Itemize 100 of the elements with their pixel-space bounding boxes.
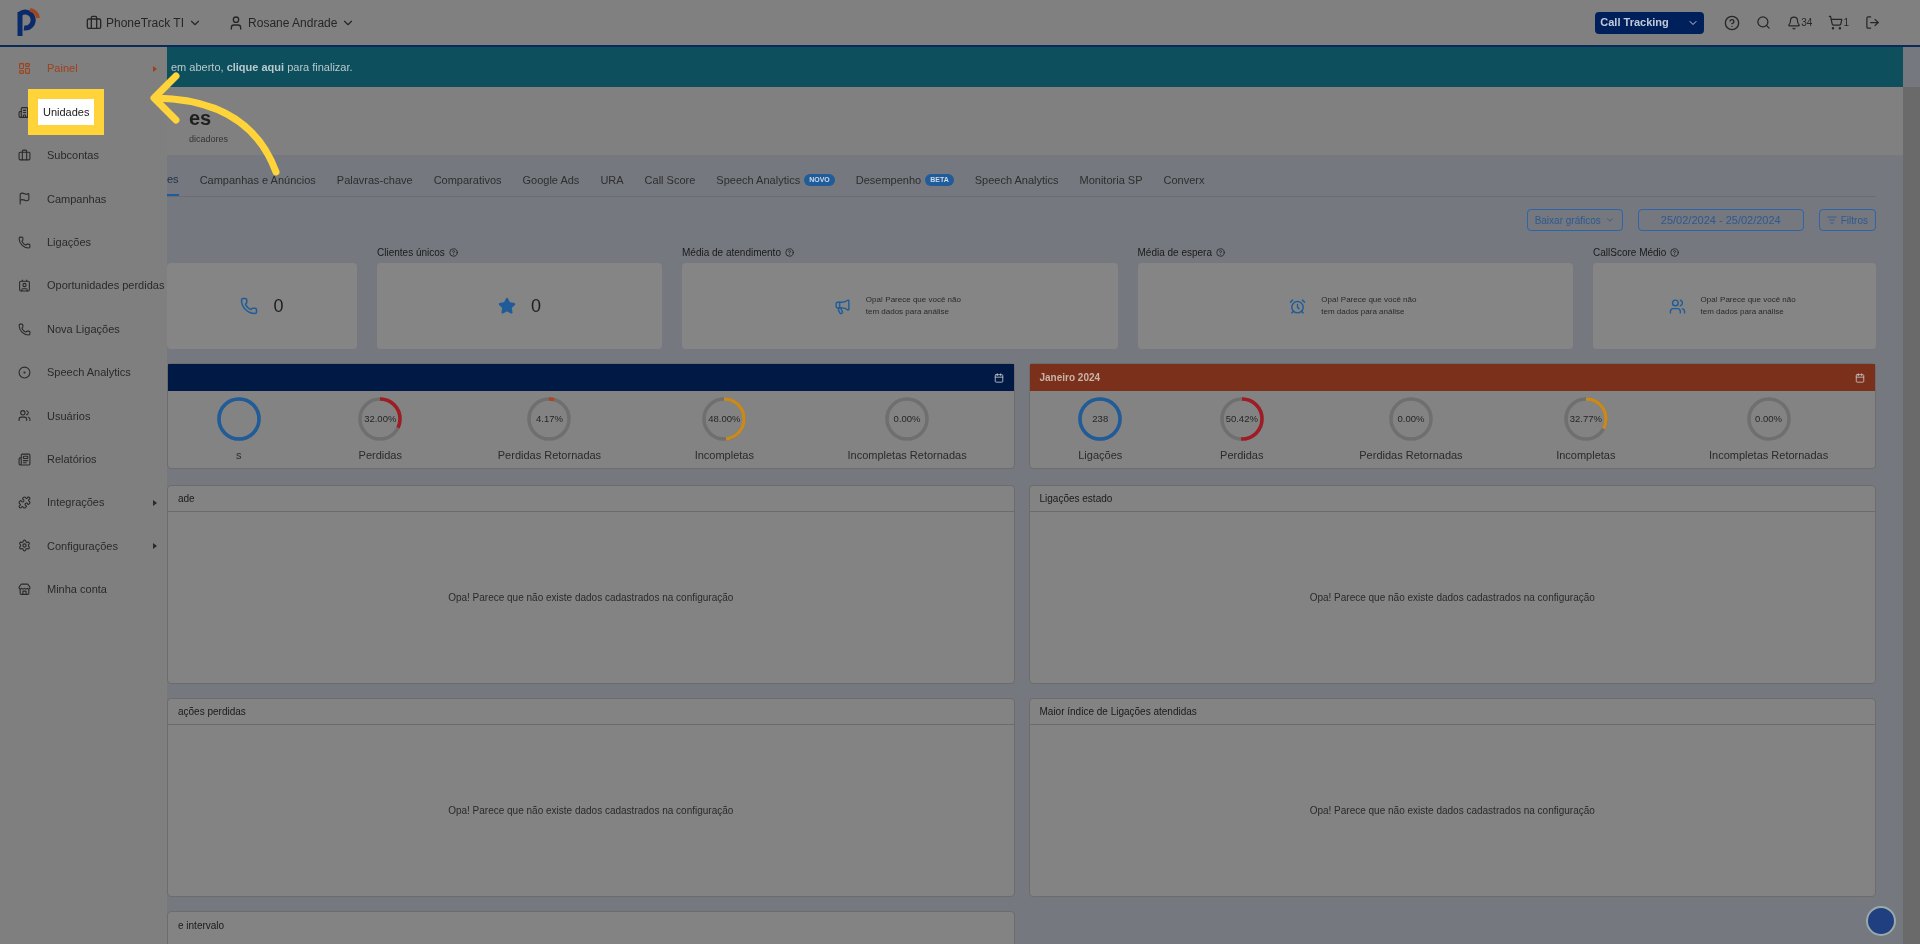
donut-label: Incompletas	[1556, 448, 1616, 464]
empty-message: Opa! Parece que você não tem dados para análise	[1700, 294, 1797, 318]
page-title: es	[189, 106, 213, 132]
sidebar-item[interactable]: Configurações	[0, 524, 167, 568]
notifications-button[interactable]: 34	[1787, 15, 1813, 30]
cart-icon	[1828, 15, 1844, 30]
phone-icon	[18, 235, 31, 249]
calendar-icon[interactable]	[993, 372, 1004, 383]
tab[interactable]: Call Score	[644, 164, 696, 196]
logo-icon	[16, 7, 40, 38]
bell-icon	[1787, 15, 1802, 30]
panel-title: Maior índice de Ligações atendidas	[1039, 705, 1197, 719]
account-dropdown[interactable]: PhoneTrack TI	[86, 13, 203, 32]
sidebar-label: Usuários	[47, 408, 91, 424]
stat-title: Clientes únicos	[377, 245, 445, 260]
puzzle-icon	[18, 496, 31, 510]
panel-title: e intervalo	[178, 919, 225, 933]
donut-value: 0.00%	[892, 413, 922, 426]
calendar-icon[interactable]	[1855, 372, 1865, 383]
tab[interactable]: es	[167, 164, 179, 196]
contact-card-icon	[18, 279, 31, 293]
sidebar-item[interactable]: Usuários	[0, 394, 167, 438]
scrollbar[interactable]	[1903, 87, 1920, 944]
sidebar-label: Minha conta	[47, 582, 107, 598]
donut-value: 50.42%	[1224, 413, 1259, 426]
sidebar-label: Painel	[47, 61, 78, 77]
briefcase-icon	[18, 148, 31, 162]
phone-icon	[240, 297, 259, 315]
logout-icon[interactable]	[1865, 15, 1880, 30]
help-icon[interactable]	[1724, 14, 1741, 31]
tab[interactable]: Google Ads	[522, 164, 580, 196]
tab[interactable]: Monitoria SP	[1079, 164, 1143, 196]
caret-right-icon	[153, 543, 157, 550]
help-icon	[448, 247, 458, 257]
sidebar-label: Relatórios	[47, 451, 97, 467]
donut-value: 0.00%	[1754, 413, 1784, 426]
stat-value: 0	[273, 294, 284, 318]
panel-title: Ligações estado	[1039, 492, 1113, 506]
page-subtitle: dicadores	[189, 133, 230, 147]
filter-icon	[1826, 215, 1837, 225]
highlighted-label: Unidades	[38, 98, 95, 126]
donut-label: Perdidas	[1220, 448, 1264, 464]
sidebar-item[interactable]: Relatórios	[0, 437, 167, 481]
empty-message: Opa! Parece que não existe dados cadastrados na configuração	[1309, 804, 1595, 818]
period-title: Janeiro 2024	[1039, 371, 1101, 385]
help-icon	[1670, 247, 1680, 257]
sidebar-item[interactable]: Nova Ligações	[0, 307, 167, 351]
donut-label: Perdidas	[358, 448, 402, 464]
donut-chart	[1217, 395, 1266, 444]
tab[interactable]: Speech Analytics	[974, 164, 1059, 196]
sidebar-item[interactable]: Minha conta	[0, 567, 167, 612]
stat-title: Média de atendimento	[682, 245, 781, 260]
donut-label: s	[236, 448, 242, 464]
caret-right-icon	[153, 499, 157, 506]
sidebar-item[interactable]: Oportunidades perdidas	[0, 263, 167, 308]
sidebar-item[interactable]: Ligações	[0, 220, 167, 264]
flag-icon	[18, 192, 31, 206]
donut-label: Incompletas Retornadas	[847, 448, 967, 464]
empty-message: Opa! Parece que não existe dados cadastrados na configuração	[1309, 591, 1595, 605]
sidebar-item[interactable]: Subcontas	[0, 133, 167, 178]
sidebar-item[interactable]: Campanhas	[0, 177, 167, 221]
sidebar-label: Oportunidades perdidas	[47, 278, 165, 294]
users-icon	[1668, 297, 1686, 315]
donut-label: Ligações	[1078, 448, 1123, 464]
donut-label: Perdidas Retornadas	[497, 448, 602, 464]
stat-title: Média de espera	[1137, 245, 1212, 260]
empty-message: Opa! Parece que não existe dados cadastrados na configuração	[448, 591, 734, 605]
empty-message: Opa! Parece que não existe dados cadastrados na configuração	[448, 804, 734, 818]
donut-chart	[525, 395, 574, 444]
tab[interactable]: Campanhas e Anúncios	[199, 164, 316, 196]
stat-title: CallScore Médio	[1593, 245, 1667, 260]
panel-title: ações perdidas	[178, 705, 246, 719]
donut-value: 238	[1091, 413, 1110, 426]
donut-value: 32.77%	[1568, 413, 1603, 426]
sidebar-item[interactable]: Integrações	[0, 480, 167, 525]
user-dropdown[interactable]: Rosane Andrade	[228, 13, 356, 32]
sidebar-item[interactable]: Unidades	[0, 90, 167, 134]
sidebar-label: Nova Ligações	[47, 321, 120, 337]
donut-chart	[214, 395, 263, 444]
help-icon	[784, 247, 794, 257]
sidebar-label: Integrações	[47, 495, 105, 511]
help-widget[interactable]	[1866, 906, 1896, 936]
sidebar-label: Subcontas	[47, 148, 99, 164]
caret-icon	[1604, 215, 1615, 225]
tab[interactable]: Comparativos	[433, 164, 502, 196]
tab[interactable]: Palavras-chave	[336, 164, 413, 196]
caret-right-icon	[153, 66, 157, 72]
cart-button[interactable]: 1	[1828, 15, 1849, 30]
product-dropdown[interactable]: Call Tracking	[1595, 11, 1705, 34]
donut-value: 32.00%	[363, 413, 398, 426]
sidebar-label: Configurações	[47, 538, 118, 554]
donut-chart	[700, 395, 749, 444]
tab[interactable]: Converx	[1163, 164, 1205, 196]
sidebar-item[interactable]: Speech Analytics	[0, 350, 167, 395]
phone-icon	[18, 322, 31, 336]
tab[interactable]: URA	[600, 164, 624, 196]
panel-title: ade	[178, 492, 195, 506]
empty-message: Opa! Parece que você não tem dados para análise	[1321, 294, 1418, 318]
search-icon[interactable]	[1756, 15, 1772, 30]
sidebar-label: Ligações	[47, 235, 92, 250]
